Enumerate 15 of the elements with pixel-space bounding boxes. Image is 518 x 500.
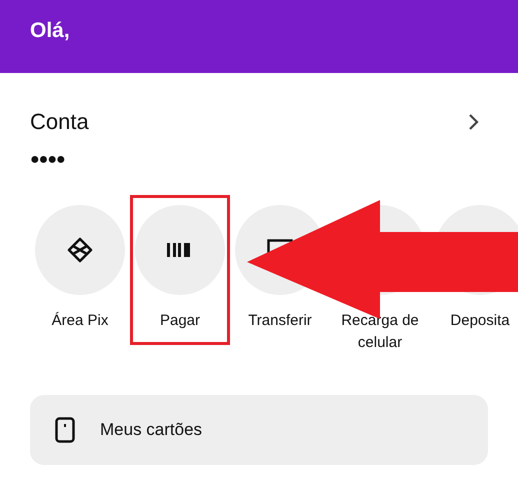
- action-label: Área Pix: [52, 311, 108, 331]
- chevron-right-icon[interactable]: [468, 113, 480, 131]
- hidden-balance: ●●●●: [30, 151, 66, 169]
- barcode-icon: [167, 243, 193, 257]
- account-title: Conta: [30, 109, 89, 135]
- diamond-icon: [66, 236, 94, 264]
- action-label: Pagar: [160, 311, 200, 331]
- action-label: Recarga de celular: [340, 311, 420, 353]
- cards-row[interactable]: Meus cartões: [30, 395, 488, 465]
- action-label: Deposita: [450, 311, 510, 331]
- action-button[interactable]: Pagar: [130, 195, 230, 345]
- greeting-title: Olá,: [30, 18, 70, 42]
- card-icon: [55, 417, 75, 443]
- cards-label: Meus cartões: [100, 420, 202, 440]
- action-label: Transferir: [248, 311, 312, 331]
